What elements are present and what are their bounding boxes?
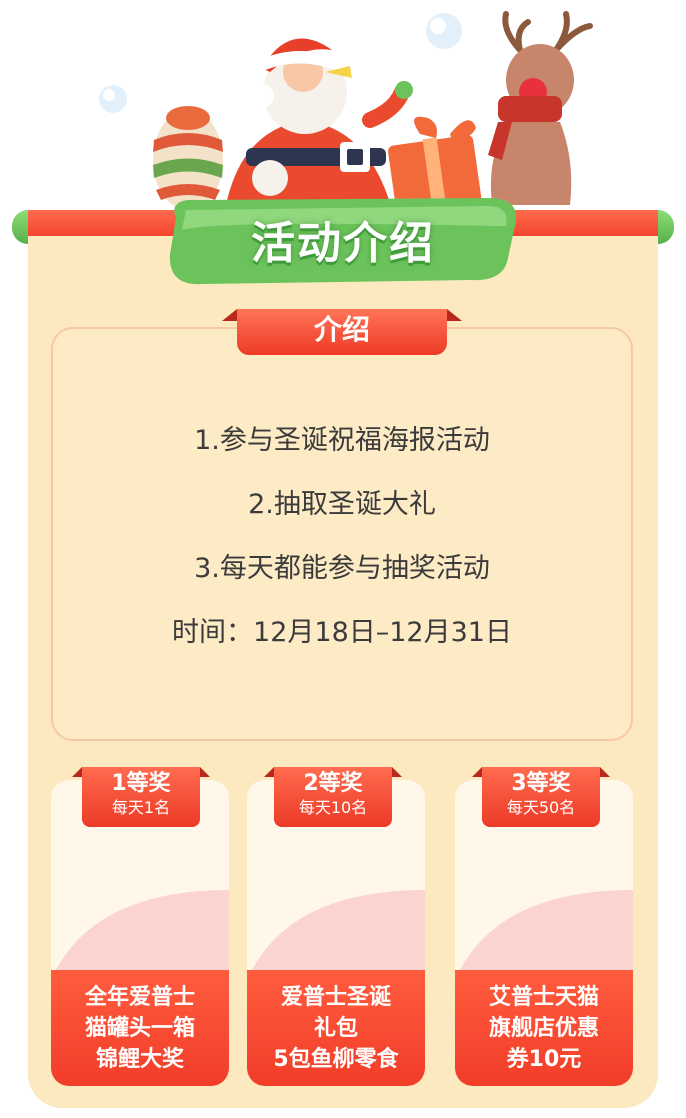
snowflake-icon xyxy=(426,13,462,49)
prize-name-line: 全年爱普士 xyxy=(84,984,195,1010)
prize-name-line: 5包鱼柳零食 xyxy=(273,1046,399,1072)
page-title: 活动介绍 xyxy=(251,218,435,269)
prize-name-line: 猫罐头一箱 xyxy=(84,1015,195,1041)
rank-tag-fold-left xyxy=(472,767,482,777)
intro-line-1: 1.参与圣诞祝福海报活动 xyxy=(194,425,490,456)
prize-rank: 2等奖 xyxy=(303,771,363,796)
santa-icon xyxy=(225,38,413,210)
intro-tab-fold-right xyxy=(447,309,462,321)
prize-name-2: 爱普士圣诞 礼包 5包鱼柳零食 xyxy=(247,970,425,1086)
rank-tag-fold-right xyxy=(200,767,210,777)
intro-line-3: 3.每天都能参与抽奖活动 xyxy=(194,553,490,584)
prize-rank-tag-1: 1等奖 每天1名 xyxy=(82,767,200,827)
prize-rank-tag-2: 2等奖 每天10名 xyxy=(274,767,392,827)
prize-name-line: 旗舰店优惠 xyxy=(488,1015,599,1041)
intro-panel xyxy=(51,327,633,741)
prize-quota: 每天1名 xyxy=(111,798,171,817)
rank-tag-fold-left xyxy=(72,767,82,777)
prize-name-line: 艾普士天猫 xyxy=(488,984,599,1010)
snowflake-icon xyxy=(99,85,127,113)
prize-rank: 1等奖 xyxy=(111,771,171,796)
prize-rank-tag-3: 3等奖 每天50名 xyxy=(482,767,600,827)
prize-rank: 3等奖 xyxy=(511,771,571,796)
prize-name-line: 爱普士圣诞 xyxy=(280,984,391,1010)
reindeer-icon xyxy=(488,11,593,205)
intro-line-2: 2.抽取圣诞大礼 xyxy=(248,489,436,520)
prize-name-line: 礼包 xyxy=(313,1015,358,1041)
rank-tag-fold-right xyxy=(392,767,402,777)
intro-tab-label: 介绍 xyxy=(237,309,447,355)
intro-time: 时间：12月18日–12月31日 xyxy=(172,617,512,648)
prize-name-3: 艾普士天猫 旗舰店优惠 券10元 xyxy=(455,970,633,1086)
rank-tag-fold-left xyxy=(264,767,274,777)
rank-tag-fold-right xyxy=(600,767,610,777)
prize-name-1: 全年爱普士 猫罐头一箱 锦鲤大奖 xyxy=(51,970,229,1086)
prize-name-line: 券10元 xyxy=(506,1046,582,1072)
prize-quota: 每天10名 xyxy=(298,798,368,817)
prize-name-line: 锦鲤大奖 xyxy=(95,1046,184,1072)
intro-tab-fold-left xyxy=(222,309,237,321)
prize-quota: 每天50名 xyxy=(506,798,576,817)
